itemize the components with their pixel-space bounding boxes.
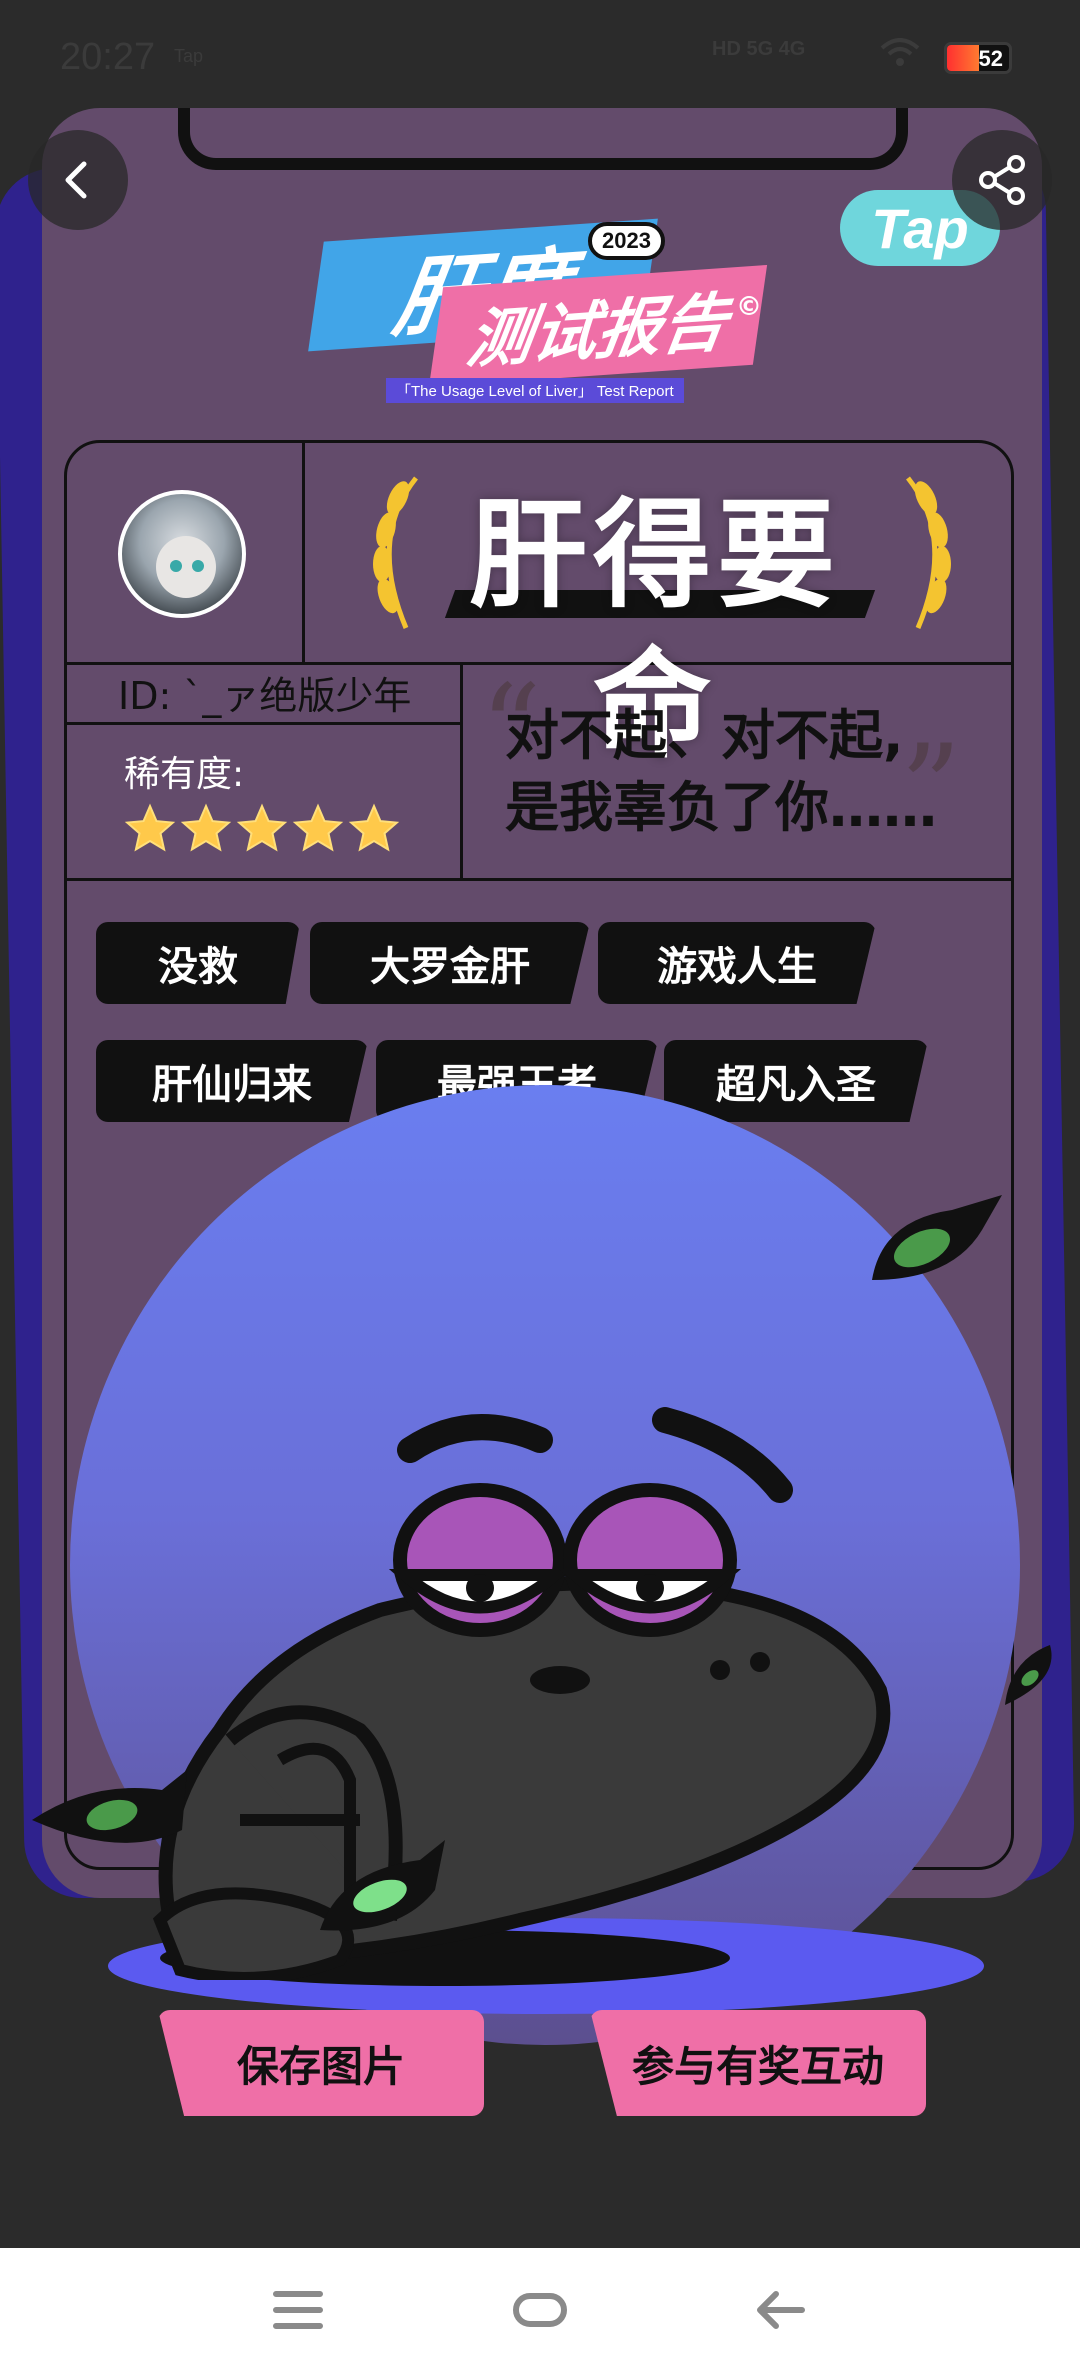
star-icon (124, 803, 176, 852)
leaf-icon (1005, 1645, 1052, 1705)
logo-copyright: © (736, 292, 762, 322)
tag-chip: 超凡入圣 (664, 1040, 928, 1122)
logo-year: 2023 (588, 222, 665, 260)
chevron-left-icon (65, 161, 87, 199)
laurel-right-icon (906, 476, 951, 629)
save-image-button[interactable]: 保存图片 (158, 2010, 484, 2116)
screen: 20:27 Tap HD 5G 4G 52 Tap 肝度 测试报告 2023 ©… (0, 0, 1080, 2376)
battery-fill (947, 45, 980, 71)
battery-level: 52 (978, 46, 1003, 71)
star-icon (236, 803, 288, 852)
avatar-face (156, 536, 216, 598)
leaf-icon (872, 1195, 1002, 1280)
back-button[interactable] (28, 130, 128, 230)
tired-character-illustration (152, 1407, 891, 1980)
wifi-icon (880, 38, 920, 74)
status-bar: 20:27 Tap HD 5G 4G 52 (0, 0, 1080, 112)
divider (66, 722, 462, 725)
tag-chip: 大罗金肝 (310, 922, 590, 1004)
rarity-stars (124, 803, 400, 852)
system-nav-bar (0, 2248, 1080, 2376)
report-title: 肝得要命 (468, 486, 841, 774)
divider (460, 662, 463, 880)
rarity-label: 稀有度: (124, 754, 245, 795)
star-icon (180, 803, 232, 852)
home-icon[interactable] (512, 2288, 568, 2332)
avatar (118, 490, 246, 618)
share-icon (979, 155, 1025, 205)
leaf-icon (320, 1840, 445, 1931)
star-icon (348, 803, 400, 852)
network-indicator: HD 5G 4G (712, 38, 806, 60)
divider (302, 442, 305, 662)
divider (66, 878, 1012, 881)
tag-chip: 游戏人生 (598, 922, 876, 1004)
status-time: 20:27 (60, 36, 156, 78)
tag-chip: 肝仙归来 (96, 1040, 368, 1122)
back-nav-icon[interactable] (754, 2288, 806, 2332)
interact-button[interactable]: 参与有奖互动 (590, 2010, 926, 2116)
user-id: ID: `_ァ绝版少年 (118, 674, 412, 718)
report-logo: 肝度 测试报告 2023 © 「The Usage Level of Liver… (308, 210, 768, 403)
menu-icon[interactable] (272, 2288, 324, 2332)
battery-icon: 52 (944, 42, 1012, 74)
share-button[interactable] (952, 130, 1052, 230)
tag-chip: 没救 (96, 922, 300, 1004)
logo-subtitle: 「The Usage Level of Liver」 Test Report (386, 378, 684, 403)
laurel-left-icon (373, 476, 418, 629)
status-app-label: Tap (174, 46, 204, 66)
avatar-eye (170, 560, 182, 572)
card-notch (178, 108, 908, 170)
avatar-eye (192, 560, 204, 572)
star-icon (292, 803, 344, 852)
leaf-icon (32, 1770, 187, 1843)
quote-close-icon: ” (900, 720, 962, 859)
